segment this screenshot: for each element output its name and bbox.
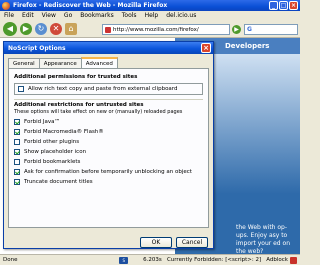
menu-bookmarks[interactable]: Bookmarks xyxy=(80,12,114,19)
url-text: http://www.mozilla.com/firefox/ xyxy=(113,26,199,33)
option-label: Show placeholder icon xyxy=(24,149,87,155)
checkbox-rich-text-clipboard[interactable] xyxy=(18,86,24,92)
adblock-icon xyxy=(290,256,297,264)
dialog-title: NoScript Options xyxy=(8,44,66,52)
cancel-button[interactable]: Cancel xyxy=(176,237,208,248)
browser-titlebar: Firefox - Rediscover the Web - Mozilla F… xyxy=(0,0,300,11)
option-label: Ask for confirmation before temporarily … xyxy=(24,169,192,175)
reload-icon[interactable]: ↻ xyxy=(35,22,47,35)
tab-appearance[interactable]: Appearance xyxy=(38,58,82,68)
noscript-status-text[interactable]: Currently Forbidden: [<script>: 2] [<a>:… xyxy=(167,257,263,263)
checkbox-truncate-titles[interactable] xyxy=(14,179,20,185)
status-bar: Done S 6.203s Currently Forbidden: [<scr… xyxy=(0,254,300,265)
noscript-options-dialog: NoScript Options × General Appearance Ad… xyxy=(3,41,214,249)
minimize-button[interactable]: _ xyxy=(269,1,278,10)
ok-button[interactable]: OK xyxy=(140,237,172,248)
menu-edit[interactable]: Edit xyxy=(22,12,34,19)
option-forbid-flash[interactable]: Forbid Macromedia® Flash® xyxy=(14,129,203,135)
url-bar[interactable]: http://www.mozilla.com/firefox/ xyxy=(102,24,230,35)
status-done: Done xyxy=(3,257,18,263)
option-placeholder-icon[interactable]: Show placeholder icon xyxy=(14,149,203,155)
menu-help[interactable]: Help xyxy=(145,12,159,19)
option-forbid-java[interactable]: Forbid Java™ xyxy=(14,119,203,125)
option-forbid-bookmarklets[interactable]: Forbid bookmarklets xyxy=(14,159,203,165)
menu-delicious[interactable]: del.icio.us xyxy=(166,12,196,19)
checkbox-forbid-flash[interactable] xyxy=(14,129,20,135)
menu-bar: File Edit View Go Bookmarks Tools Help d… xyxy=(0,11,300,20)
firefox-icon xyxy=(2,1,10,10)
checkbox-placeholder-icon[interactable] xyxy=(14,149,20,155)
close-window-button[interactable]: × xyxy=(289,1,298,10)
option-label: Forbid bookmarklets xyxy=(24,159,81,165)
untrusted-section-title: Additional restrictions for untrusted si… xyxy=(14,102,144,108)
stop-icon[interactable]: ✕ xyxy=(50,22,62,35)
menu-file[interactable]: File xyxy=(4,12,14,19)
adblock-status[interactable]: Adblock xyxy=(263,256,300,264)
back-icon[interactable]: ◀ xyxy=(3,21,17,36)
option-ask-confirmation[interactable]: Ask for confirmation before temporarily … xyxy=(14,169,203,175)
option-label: Forbid Macromedia® Flash® xyxy=(24,129,104,135)
go-icon[interactable]: ▶ xyxy=(232,25,241,34)
trusted-options-box: Allow rich text copy and paste from exte… xyxy=(14,83,203,95)
page-promo-text: the Web with op-ups. Enjoy asy to import… xyxy=(236,224,290,255)
adblock-label: Adblock xyxy=(266,257,288,263)
trusted-section-title: Additional permissions for trusted sites xyxy=(14,74,138,80)
tab-general[interactable]: General xyxy=(8,58,40,68)
google-search-icon: G xyxy=(247,26,252,33)
section-divider xyxy=(14,99,203,100)
menu-view[interactable]: View xyxy=(42,12,56,19)
option-label: Allow rich text copy and paste from exte… xyxy=(28,86,178,92)
browser-title: Firefox - Rediscover the Web - Mozilla F… xyxy=(13,2,168,9)
option-label: Forbid other plugins xyxy=(24,139,80,145)
option-forbid-plugins[interactable]: Forbid other plugins xyxy=(14,139,203,145)
checkbox-forbid-bookmarklets[interactable] xyxy=(14,159,20,165)
maximize-button[interactable]: □ xyxy=(279,1,288,10)
dialog-titlebar: NoScript Options × xyxy=(4,42,213,54)
dialog-close-icon[interactable]: × xyxy=(201,43,211,53)
menu-tools[interactable]: Tools xyxy=(122,12,137,19)
checkbox-forbid-plugins[interactable] xyxy=(14,139,20,145)
option-rich-text-clipboard[interactable]: Allow rich text copy and paste from exte… xyxy=(18,86,199,92)
site-favicon-icon xyxy=(105,26,111,33)
checkbox-ask-confirmation[interactable] xyxy=(14,169,20,175)
option-label: Truncate document titles xyxy=(24,179,93,185)
forward-icon[interactable]: ▶ xyxy=(20,22,32,35)
dialog-tabs: General Appearance Advanced xyxy=(8,57,118,68)
untrusted-section-note: These options will take effect on new or… xyxy=(14,109,183,115)
home-icon[interactable]: ⌂ xyxy=(65,22,77,35)
noscript-icon[interactable]: S xyxy=(119,256,129,264)
advanced-panel: Additional permissions for trusted sites… xyxy=(8,68,209,228)
option-label: Forbid Java™ xyxy=(24,119,60,125)
load-time: S xyxy=(119,256,143,264)
load-time-text: 6.203s xyxy=(143,257,162,263)
option-truncate-titles[interactable]: Truncate document titles xyxy=(14,179,203,185)
checkbox-forbid-java[interactable] xyxy=(14,119,20,125)
tab-advanced[interactable]: Advanced xyxy=(80,57,118,68)
menu-go[interactable]: Go xyxy=(64,12,72,19)
search-box[interactable]: G xyxy=(244,24,298,35)
